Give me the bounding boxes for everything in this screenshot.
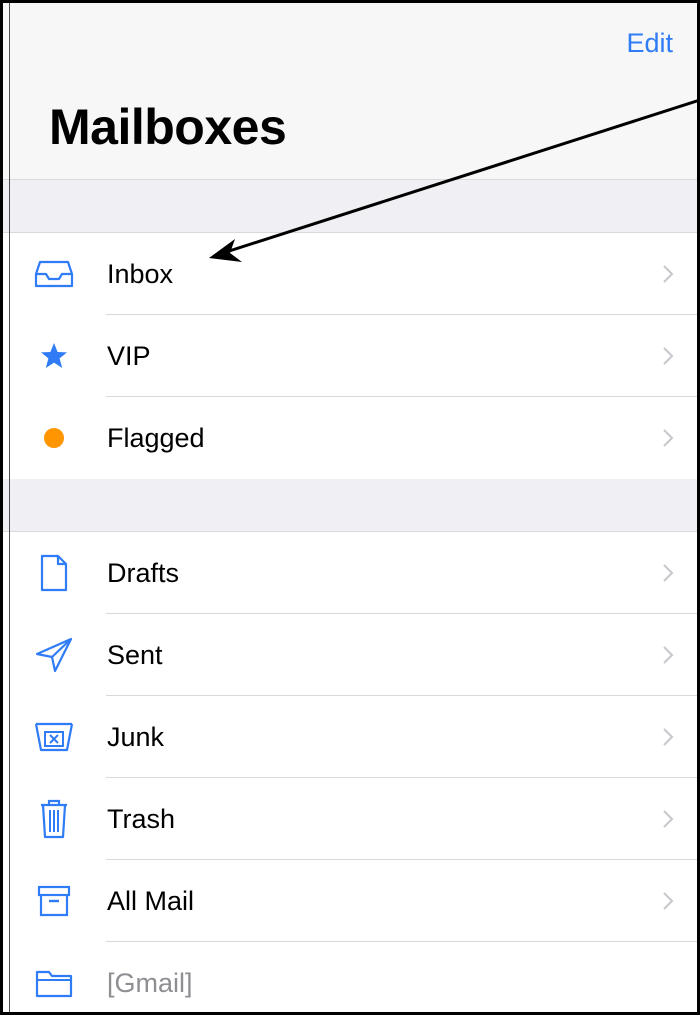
chevron-right-icon bbox=[663, 564, 674, 582]
mailbox-row-label: Drafts bbox=[107, 558, 180, 588]
mailbox-row-label: VIP bbox=[107, 341, 151, 371]
chevron-right-icon bbox=[663, 429, 674, 447]
chevron-right-icon bbox=[663, 646, 674, 664]
folder-icon bbox=[33, 962, 75, 1004]
mailbox-row-label: Flagged bbox=[107, 423, 205, 453]
document-icon bbox=[33, 552, 75, 594]
mailbox-row-label: Trash bbox=[107, 804, 176, 834]
edit-button[interactable]: Edit bbox=[626, 27, 673, 59]
frame-inner-edge bbox=[9, 3, 10, 1012]
section-spacer bbox=[3, 180, 697, 233]
mailbox-row-trash[interactable]: Trash bbox=[3, 778, 697, 860]
inbox-tray-icon bbox=[33, 253, 75, 295]
mailbox-row-label: [Gmail] bbox=[107, 968, 193, 998]
mailbox-row-gmail[interactable]: [Gmail] bbox=[3, 942, 697, 1012]
section-spacer bbox=[3, 479, 697, 532]
mailbox-row-sent[interactable]: Sent bbox=[3, 614, 697, 696]
chevron-right-icon bbox=[663, 810, 674, 828]
chevron-right-icon bbox=[663, 265, 674, 283]
mailbox-row-label: Sent bbox=[107, 640, 163, 670]
mailbox-row-drafts[interactable]: Drafts bbox=[3, 532, 697, 614]
navigation-header: Edit Mailboxes bbox=[3, 3, 697, 180]
mailbox-row-label: All Mail bbox=[107, 886, 195, 916]
archive-box-icon bbox=[33, 880, 75, 922]
screenshot-frame: Edit Mailboxes Inbox VIP Flagged Drafts … bbox=[0, 0, 700, 1015]
mailbox-row-label: Junk bbox=[107, 722, 165, 752]
chevron-right-icon bbox=[663, 892, 674, 910]
mailbox-row-junk[interactable]: Junk bbox=[3, 696, 697, 778]
mailbox-row-inbox[interactable]: Inbox bbox=[3, 233, 697, 315]
star-icon bbox=[33, 335, 75, 377]
page-title: Mailboxes bbox=[49, 99, 287, 155]
junk-box-icon bbox=[33, 716, 75, 758]
chevron-right-icon bbox=[663, 347, 674, 365]
chevron-right-icon bbox=[663, 728, 674, 746]
flag-dot-icon bbox=[33, 417, 75, 459]
paper-plane-icon bbox=[33, 634, 75, 676]
mailbox-row-flagged[interactable]: Flagged bbox=[3, 397, 697, 479]
mailbox-row-all-mail[interactable]: All Mail bbox=[3, 860, 697, 942]
trash-can-icon bbox=[33, 798, 75, 840]
mailbox-row-vip[interactable]: VIP bbox=[3, 315, 697, 397]
mailbox-row-label: Inbox bbox=[107, 259, 174, 289]
